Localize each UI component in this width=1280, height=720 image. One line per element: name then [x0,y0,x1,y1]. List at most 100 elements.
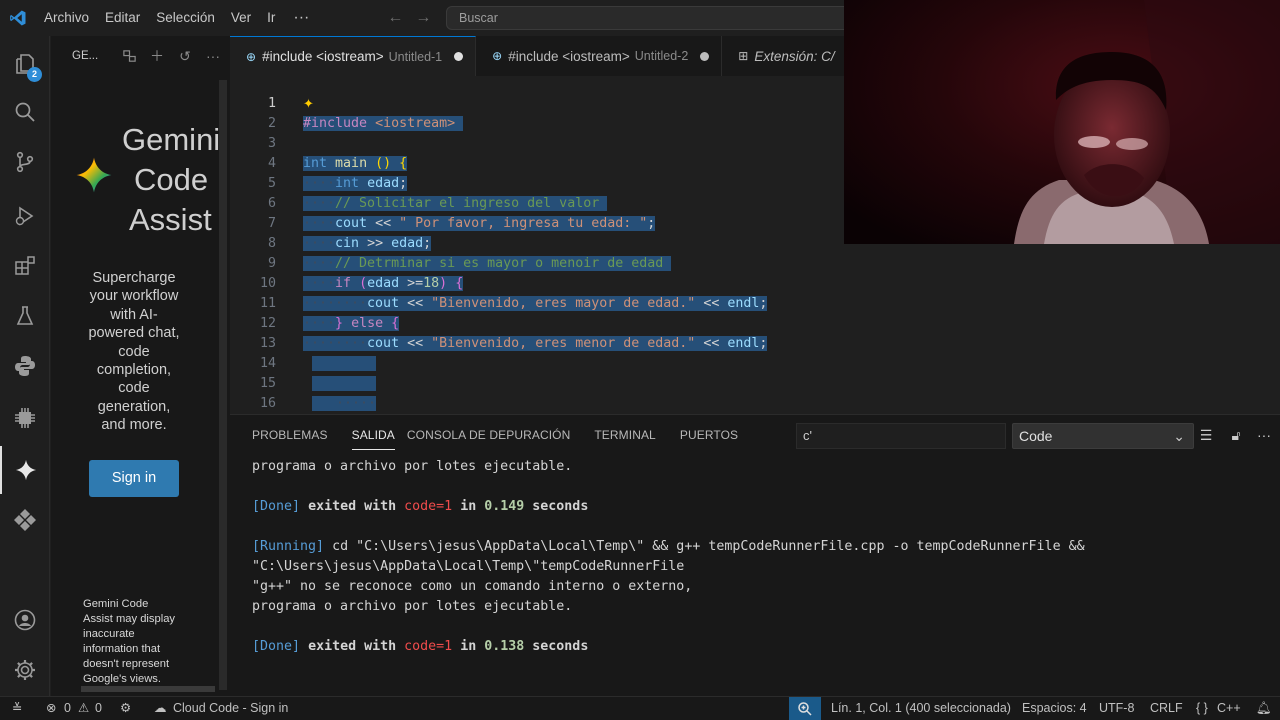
output-token: exited with [308,499,397,514]
output-token: in [460,499,477,514]
lock-scroll-icon[interactable]: 🔓︎ [1226,425,1246,445]
history-icon[interactable]: ↺ [171,42,199,70]
error-count[interactable]: 0 [64,697,71,720]
tab-salida[interactable]: SALIDA [351,419,395,450]
gemini-description: Supercharge your workflow with AI- power… [73,269,195,435]
output-token: code=1 [404,639,453,654]
python-icon[interactable] [0,342,50,390]
tab-puertos[interactable]: PUERTOS [680,415,750,455]
disclaimer-line: Assist may display [83,613,176,625]
new-chat-plus-icon[interactable]: ＋ [143,42,171,70]
output-line: [Running] cd "C:\Users\jesus\AppData\Loc… [252,537,1272,557]
output-token: [Done] [252,499,301,514]
tab-description: Untitled-2 [634,49,689,63]
gemini-code-assist-icon[interactable] [0,446,50,494]
description-line: and more. [101,417,167,434]
chat-history-icon[interactable] [115,42,143,70]
braces-icon[interactable]: { } [1196,697,1208,720]
chip-extension-icon[interactable] [0,394,50,442]
code-line: 10 ········cout << "Bienvenido, eres may… [230,254,1280,311]
tab-consola-depuracion[interactable]: CONSOLA DE DEPURACIÓN [407,415,582,455]
disclaimer-line: Gemini Code [83,598,149,610]
clear-output-icon[interactable]: ☰ [1196,425,1216,445]
disclaimer-line: doesn't represent [83,658,170,670]
encoding[interactable]: UTF-8 [1099,697,1134,720]
sidebar-header: GE... ＋ ↺ ··· [51,36,230,76]
cloud-code-signin[interactable]: Cloud Code - Sign in [173,697,288,720]
gemini-sidebar: GE... ＋ ↺ ··· Gemini Code Assist Superch… [51,36,230,696]
notifications-bell-icon[interactable]: 🔔︎ [1256,697,1272,720]
code-line: 15 ····· [230,354,1280,411]
output-line: programa o archivo por lotes ejecutable. [252,459,573,474]
code-line: 11 ····} else { [230,274,1280,331]
output-line: "C:\Users\jesus\AppData\Local\Temp\"temp… [252,559,685,574]
forward-arrow-icon[interactable]: → [409,9,437,27]
extensions-icon[interactable] [0,242,50,290]
sign-in-button[interactable]: Sign in [89,460,179,497]
code-line: 14 [230,334,1280,391]
menu-more-icon[interactable]: ··· [283,9,319,27]
bottom-panel: PROBLEMAS SALIDA CONSOLA DE DEPURACIÓN T… [230,414,1280,696]
disclaimer-line: information that [83,643,161,655]
more-actions-icon[interactable]: ··· [199,42,227,70]
zoom-icon[interactable] [789,697,821,720]
explorer-icon[interactable]: 2 [0,40,50,88]
account-icon[interactable] [0,596,50,644]
activity-bar: 2 [0,36,50,696]
back-arrow-icon[interactable]: ← [381,9,409,27]
tab-label: Extensión: C/ [754,48,835,64]
remote-icon[interactable]: ≚ [12,697,22,720]
testing-icon[interactable] [0,292,50,340]
description-line: code [118,380,150,397]
menu-ver[interactable]: Ver [223,0,259,36]
more-actions-icon[interactable]: ··· [1254,425,1274,445]
output-line: programa o archivo por lotes ejecutable. [252,599,573,614]
command-search-input[interactable]: Buscar [446,6,866,30]
indentation[interactable]: Espacios: 4 [1022,697,1087,720]
tab-untitled-2[interactable]: ⊕ #include <iostream> Untitled-2 [476,36,723,76]
output-token: 0.138 [484,639,525,654]
tab-extension[interactable]: ⊞ Extensión: C/ [722,36,844,76]
description-line: with AI- [110,306,158,323]
debug-icon[interactable]: ⚙ [120,697,131,720]
disclaimer-line: Google's views. [83,673,161,685]
output-channel-select[interactable]: Code ⌄ [1012,423,1194,449]
source-control-icon[interactable] [0,138,50,186]
unsaved-dot-icon[interactable] [700,51,710,61]
output-token: 0.149 [484,499,525,514]
tab-problemas[interactable]: PROBLEMAS [252,415,340,455]
menu-archivo[interactable]: Archivo [36,0,97,36]
sidebar-scrollbar[interactable] [219,80,227,690]
cloud-icon[interactable]: ☁ [154,697,167,720]
output-token: [Done] [252,639,301,654]
gemini-title-line: Code [134,162,209,197]
warning-icon[interactable]: ⚠ [78,697,89,720]
code-line: 16 ····} [230,374,1280,411]
extension-preview-icon: ⊞ [738,49,749,63]
unsaved-dot-icon[interactable] [454,52,464,61]
tab-terminal[interactable]: TERMINAL [594,415,667,455]
gemini-title: Gemini Code Assist [113,120,231,240]
sidebar-horizontal-scrollbar[interactable] [81,686,215,692]
panel-tabs: PROBLEMAS SALIDA CONSOLA DE DEPURACIÓN T… [252,415,762,455]
error-icon[interactable]: ⊗ [46,697,56,720]
chevron-down-icon: ⌄ [1173,428,1185,444]
run-debug-icon[interactable] [0,192,50,240]
remote-explorer-icon[interactable] [0,496,50,544]
explorer-badge: 2 [27,67,42,82]
menu-ir[interactable]: Ir [259,0,283,36]
output-filter-input[interactable]: c' [796,423,1006,449]
tab-untitled-1[interactable]: ⊕ #include <iostream> Untitled-1 [230,36,477,76]
warning-count[interactable]: 0 [95,697,102,720]
menu-editar[interactable]: Editar [97,0,148,36]
search-icon[interactable] [0,88,50,136]
menu-seleccion[interactable]: Selección [148,0,223,36]
ai-sparkle-icon[interactable]: ✦ [303,96,314,112]
code-line: 17 ····return 0; [230,394,1280,414]
settings-gear-icon[interactable] [0,646,50,694]
language-mode[interactable]: C++ [1217,697,1241,720]
description-line: Supercharge [92,270,176,286]
cursor-position[interactable]: Lín. 1, Col. 1 (400 seleccionada) [831,697,1011,720]
description-line: completion, [96,362,172,379]
line-ending[interactable]: CRLF [1150,697,1183,720]
